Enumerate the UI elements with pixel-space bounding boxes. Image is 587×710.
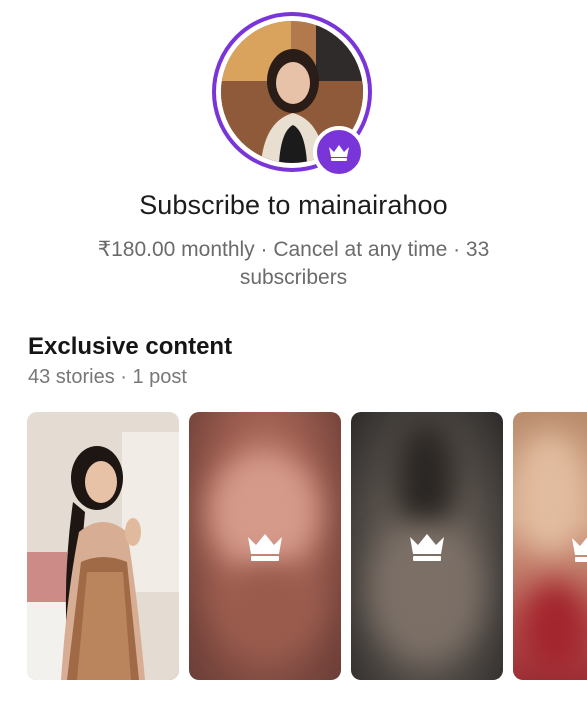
story-tile-locked[interactable]	[351, 412, 503, 680]
subscription-page: Subscribe to mainairahoo ₹180.00 monthly…	[0, 0, 587, 710]
exclusive-content-counts: 43 stories · 1 post	[28, 366, 187, 388]
profile-avatar[interactable]	[212, 12, 372, 178]
story-tiles-row	[27, 412, 587, 680]
exclusive-content-heading: Exclusive content	[28, 333, 233, 360]
story-tile-locked[interactable]	[513, 412, 587, 680]
story-tile-locked[interactable]	[189, 412, 341, 680]
subscriber-crown-badge	[313, 126, 365, 178]
story-preview-image	[27, 412, 179, 680]
crown-icon	[410, 534, 444, 561]
story-tile-preview[interactable]	[27, 412, 179, 680]
subscription-price-line: ₹180.00 monthly · Cancel at any time · 3…	[97, 238, 490, 289]
subscribe-title: Subscribe to mainairahoo	[139, 190, 448, 220]
crown-icon	[572, 537, 587, 562]
crown-icon	[329, 145, 349, 161]
crown-icon	[248, 534, 282, 561]
